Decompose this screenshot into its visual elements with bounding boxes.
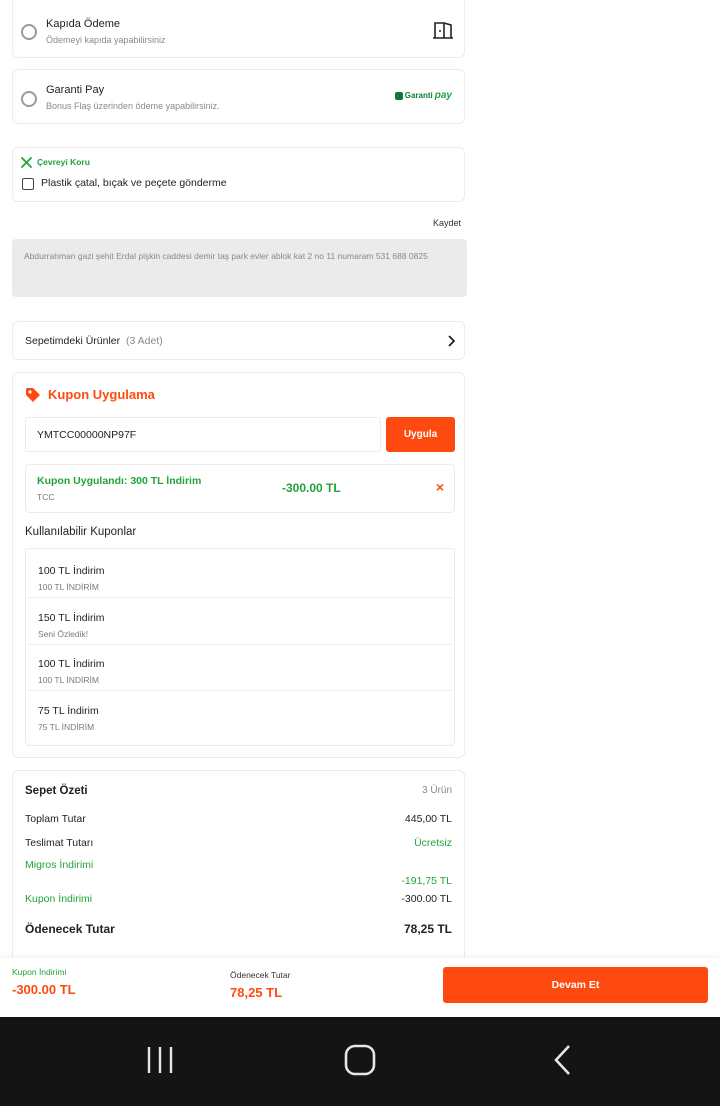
- applied-coupon-box: Kupon Uygulandı: 300 TL İndirim TCC -300…: [25, 464, 455, 513]
- plastic-checkbox[interactable]: [22, 178, 34, 190]
- available-coupons-title: Kullanılabilir Kuponlar: [25, 526, 137, 538]
- continue-button[interactable]: Devam Et: [443, 967, 708, 1003]
- payment-option-cash-on-delivery[interactable]: Kapıda Ödeme Ödemeyi kapıda yapabilirsin…: [12, 0, 465, 58]
- recent-apps-icon[interactable]: [145, 1045, 175, 1075]
- coupon-item-sub: 100 TL İNDİRİM: [38, 675, 99, 685]
- cart-items-label: Sepetimdeki Ürünler: [25, 335, 121, 347]
- payment-title: Garanti Pay: [46, 84, 105, 96]
- bottom-bar: Kupon İndirimi -300.00 TL Ödenecek Tutar…: [0, 958, 720, 1017]
- available-coupons-list: 100 TL İndirim 100 TL İNDİRİM 150 TL İnd…: [25, 548, 455, 746]
- radio-garanti-pay[interactable]: [21, 91, 37, 107]
- cart-items-row[interactable]: Sepetimdeki Ürünler (3 Adet): [12, 321, 465, 360]
- tag-icon: [26, 388, 40, 402]
- coupon-item-title: 75 TL İndirim: [38, 705, 99, 717]
- coupon-item[interactable]: 75 TL İndirim 75 TL İNDİRİM: [27, 691, 453, 737]
- eco-section: Çevreyi Koru Plastik çatal, bıçak ve peç…: [12, 147, 465, 202]
- coupon-discount-value: -300.00 TL: [401, 893, 452, 905]
- address-text: Abdurrahman gazi şehit Erdal pişkin cadd…: [24, 251, 428, 261]
- system-navigation-bar: [0, 1017, 720, 1106]
- summary-title: Sepet Özeti: [25, 785, 88, 797]
- coupon-item-title: 100 TL İndirim: [38, 565, 105, 577]
- save-address-button[interactable]: Kaydet: [433, 218, 461, 228]
- back-icon[interactable]: [553, 1044, 573, 1076]
- payable-label: Ödenecek Tutar: [25, 922, 115, 936]
- payable-value: 78,25 TL: [403, 922, 452, 936]
- coupon-item-title: 100 TL İndirim: [38, 658, 105, 670]
- coupon-item-title: 150 TL İndirim: [38, 612, 105, 624]
- bottom-coupon-label: Kupon İndirimi: [12, 967, 67, 977]
- bottom-payable-label: Ödenecek Tutar: [230, 970, 291, 980]
- coupon-item-sub: 75 TL İNDİRİM: [38, 722, 95, 732]
- total-label: Toplam Tutar: [25, 813, 86, 825]
- coupon-item-sub: Seni Özledik!: [38, 629, 89, 639]
- cart-summary: Sepet Özeti 3 Ürün Toplam Tutar 445,00 T…: [12, 770, 465, 960]
- migros-discount-value: -191,75 TL: [401, 875, 452, 887]
- coupon-item-sub: 100 TL İNDİRİM: [38, 582, 99, 592]
- applied-coupon-title: Kupon Uygulandı: 300 TL İndirim: [37, 475, 202, 487]
- total-value: 445,00 TL: [404, 813, 452, 825]
- migros-discount-label: Migros İndirimi: [25, 859, 94, 871]
- address-textarea[interactable]: Abdurrahman gazi şehit Erdal pişkin cadd…: [12, 239, 467, 297]
- chevron-right-icon: [448, 335, 455, 347]
- payment-title: Kapıda Ödeme: [46, 18, 120, 30]
- coupon-discount-label: Kupon İndirimi: [25, 893, 93, 905]
- coupon-section: Kupon Uygulama YMTCC00000NP97F Uygula Ku…: [12, 372, 465, 758]
- home-icon[interactable]: [344, 1044, 376, 1076]
- eco-title: Çevreyi Koru: [37, 157, 90, 167]
- bottom-coupon-value: -300.00 TL: [12, 982, 76, 997]
- radio-cash-on-delivery[interactable]: [21, 24, 37, 40]
- coupon-code-value: YMTCC00000NP97F: [37, 429, 137, 441]
- coupon-item[interactable]: 100 TL İndirim 100 TL İNDİRİM: [27, 551, 453, 598]
- payment-subtitle: Bonus Flaş üzerinden ödeme yapabilirsini…: [46, 101, 220, 111]
- applied-coupon-sub: TCC: [37, 492, 55, 502]
- applied-coupon-amount: -300.00 TL: [282, 481, 341, 495]
- summary-count: 3 Ürün: [421, 785, 452, 796]
- payment-subtitle: Ödemeyi kapıda yapabilirsiniz: [46, 35, 166, 45]
- coupon-item[interactable]: 100 TL İndirim 100 TL İNDİRİM: [27, 644, 453, 691]
- apply-coupon-button[interactable]: Uygula: [386, 417, 455, 452]
- bottom-payable-value: 78,25 TL: [230, 985, 283, 1000]
- delivery-label: Teslimat Tutarı: [25, 837, 94, 849]
- cart-items-count: (3 Adet): [126, 335, 163, 347]
- door-icon: [433, 22, 453, 39]
- cutlery-icon: [21, 157, 32, 168]
- garanti-pay-logo: Garanti pay: [394, 90, 452, 101]
- remove-coupon-button[interactable]: ×: [436, 479, 444, 495]
- coupon-title: Kupon Uygulama: [48, 387, 155, 402]
- delivery-value: Ücretsiz: [414, 837, 452, 849]
- payment-option-garanti-pay[interactable]: Garanti Pay Bonus Flaş üzerinden ödeme y…: [12, 69, 465, 124]
- plastic-checkbox-label: Plastik çatal, bıçak ve peçete gönderme: [41, 177, 227, 189]
- coupon-item[interactable]: 150 TL İndirim Seni Özledik!: [27, 598, 453, 645]
- coupon-code-input[interactable]: YMTCC00000NP97F: [25, 417, 381, 452]
